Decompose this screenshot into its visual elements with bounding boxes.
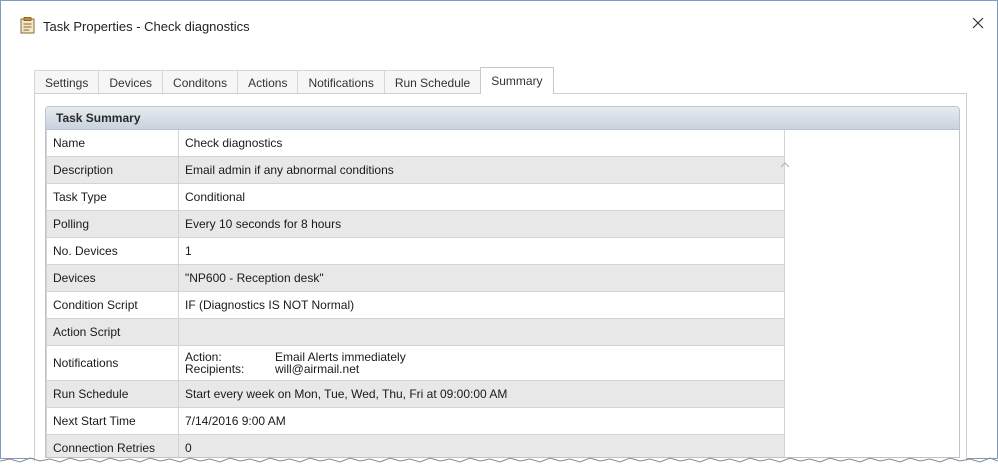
row-label: Condition Script: [46, 292, 179, 318]
row-value: Email admin if any abnormal conditions: [179, 157, 785, 183]
summary-row-action-script: Action Script: [46, 319, 785, 346]
row-value: "NP600 - Reception desk": [179, 265, 785, 291]
summary-row-polling: Polling Every 10 seconds for 8 hours: [46, 211, 785, 238]
row-value: Check diagnostics: [179, 130, 785, 156]
summary-row-notifications: Notifications Action: Email Alerts immed…: [46, 346, 785, 381]
task-properties-dialog: Task Properties - Check diagnostics Sett…: [0, 0, 998, 461]
tab-devices[interactable]: Devices: [98, 70, 164, 94]
close-icon: [972, 16, 984, 34]
summary-row-task-type: Task Type Conditional: [46, 184, 785, 211]
summary-row-name: Name Check diagnostics: [46, 130, 785, 157]
summary-tab-panel: Task Summary Name Check diagnostics Desc…: [34, 93, 967, 461]
tab-strip: Settings Devices Conditons Actions Notif…: [34, 67, 554, 94]
window-title: Task Properties - Check diagnostics: [43, 19, 250, 34]
row-label: Action Script: [46, 319, 179, 345]
notification-recipients-value: will@airmail.net: [275, 362, 360, 376]
row-value: 1: [179, 238, 785, 264]
row-value: Action: Email Alerts immediately Recipie…: [179, 346, 785, 380]
tab-settings[interactable]: Settings: [34, 70, 100, 94]
row-value: Every 10 seconds for 8 hours: [179, 211, 785, 237]
torn-edge-decoration: [0, 457, 998, 463]
row-label: Description: [46, 157, 179, 183]
tab-summary[interactable]: Summary: [480, 67, 554, 94]
summary-row-condition-script: Condition Script IF (Diagnostics IS NOT …: [46, 292, 785, 319]
summary-row-no-devices: No. Devices 1: [46, 238, 785, 265]
row-label: Next Start Time: [46, 408, 179, 434]
row-value: Start every week on Mon, Tue, Wed, Thu, …: [179, 381, 785, 407]
task-summary-panel: Task Summary Name Check diagnostics Desc…: [45, 106, 960, 458]
scroll-up-arrow-icon[interactable]: [779, 157, 791, 168]
summary-row-run-schedule: Run Schedule Start every week on Mon, Tu…: [46, 381, 785, 408]
row-value: IF (Diagnostics IS NOT Normal): [179, 292, 785, 318]
row-value: Conditional: [179, 184, 785, 210]
summary-grid[interactable]: Name Check diagnostics Description Email…: [46, 130, 790, 457]
row-label: Run Schedule: [46, 381, 179, 407]
task-summary-header: Task Summary: [46, 107, 959, 130]
row-label: Name: [46, 130, 179, 156]
row-value: 7/14/2016 9:00 AM: [179, 408, 785, 434]
notification-recipients-label: Recipients:: [185, 362, 245, 376]
task-properties-icon: [20, 17, 35, 34]
row-label: No. Devices: [46, 238, 179, 264]
title-bar: Task Properties - Check diagnostics: [1, 1, 997, 51]
summary-row-next-start-time: Next Start Time 7/14/2016 9:00 AM: [46, 408, 785, 435]
tab-actions[interactable]: Actions: [237, 70, 299, 94]
row-label: Task Type: [46, 184, 179, 210]
close-button[interactable]: [965, 13, 991, 37]
notifications-detail: Action: Email Alerts immediately Recipie…: [185, 351, 406, 375]
tab-run-schedule[interactable]: Run Schedule: [383, 70, 482, 94]
row-label: Devices: [46, 265, 179, 291]
summary-row-devices: Devices "NP600 - Reception desk": [46, 265, 785, 292]
row-label: Notifications: [46, 346, 179, 380]
tab-conditions[interactable]: Conditons: [162, 70, 239, 94]
row-label: Polling: [46, 211, 179, 237]
tab-notifications[interactable]: Notifications: [297, 70, 385, 94]
row-value: [179, 319, 785, 345]
summary-row-description: Description Email admin if any abnormal …: [46, 157, 785, 184]
